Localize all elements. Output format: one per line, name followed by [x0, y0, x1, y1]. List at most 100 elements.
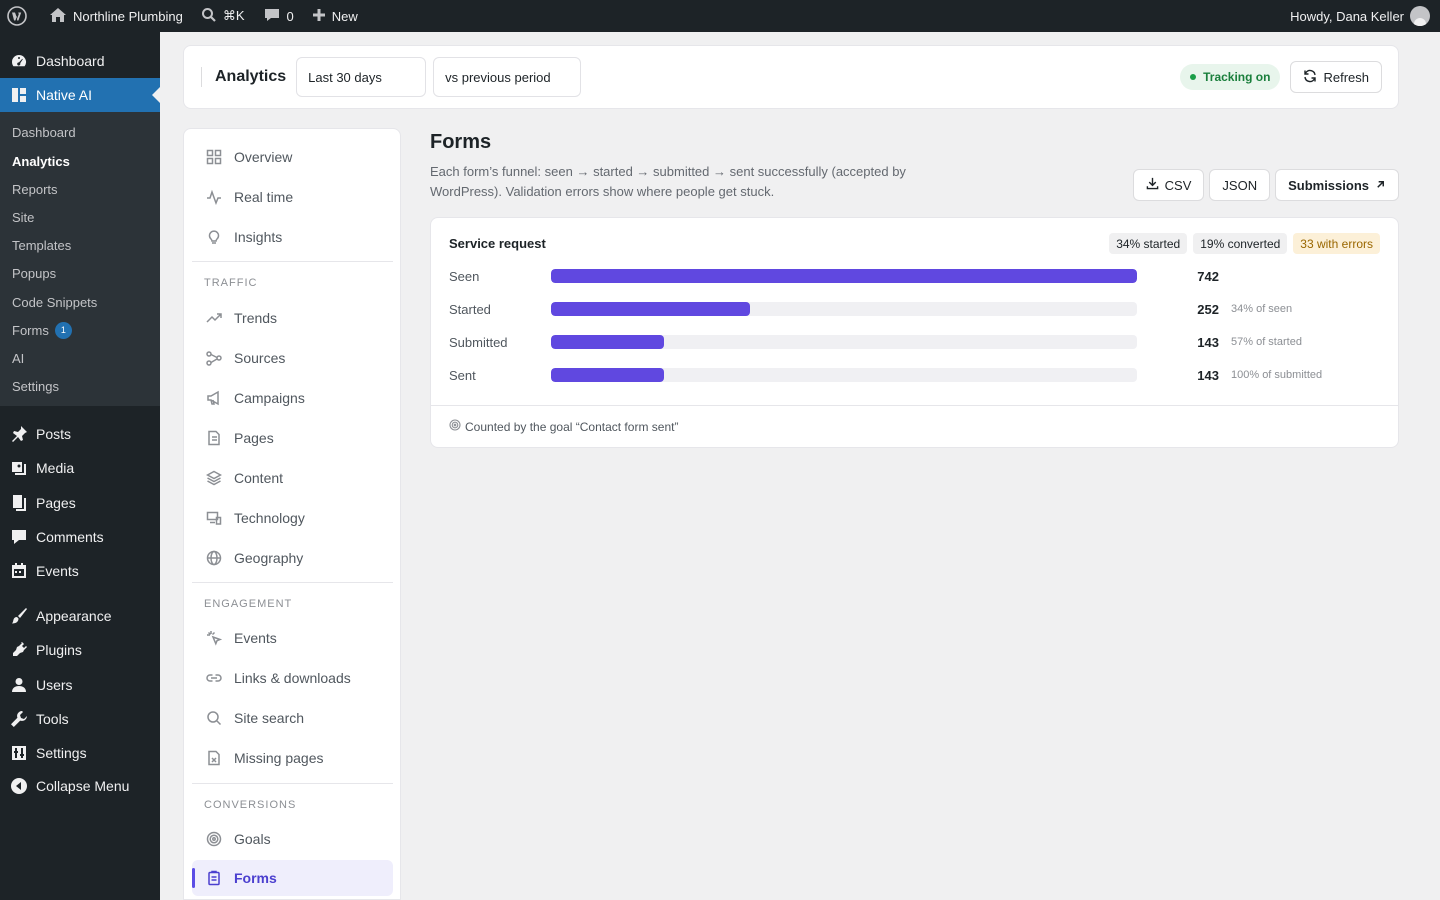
user-icon [10, 676, 28, 694]
nav-item-real-time[interactable]: Real time [192, 179, 393, 215]
menu-pages[interactable]: Pages [0, 486, 160, 520]
submenu-item-forms[interactable]: Forms 1 [12, 320, 72, 340]
nav-label: Technology [234, 510, 305, 526]
submenu-item-code-snippets[interactable]: Code Snippets [12, 292, 97, 312]
submenu-item-dashboard[interactable]: Dashboard [12, 122, 76, 142]
menu-label: Media [36, 460, 75, 476]
menu-plugins[interactable]: Plugins [0, 633, 160, 667]
submenu-item-settings[interactable]: Settings [12, 376, 59, 396]
nav-item-campaigns[interactable]: Campaigns [192, 380, 393, 416]
funnel-step-label: Sent [449, 367, 476, 383]
nav-item-missing-pages[interactable]: Missing pages [192, 740, 393, 776]
funnel-bar [551, 335, 665, 349]
menu-label: Users [36, 677, 73, 693]
my-account[interactable]: Howdy, Dana Keller [1282, 0, 1440, 32]
nav-label: Forms [234, 870, 277, 886]
nav-divider [192, 783, 393, 784]
greeting: Howdy, Dana Keller [1290, 8, 1404, 24]
funnel-footer: Counted by the goal “Contact form sent” [431, 405, 1398, 447]
submissions-button[interactable]: Submissions [1275, 169, 1399, 201]
nav-item-insights[interactable]: Insights [192, 219, 393, 255]
forms-title: Forms [430, 131, 492, 153]
funnel-bar [551, 269, 1137, 283]
menu-settings[interactable]: Settings [0, 736, 160, 770]
menu-dashboard[interactable]: Dashboard [0, 44, 160, 78]
wordpress-logo-icon[interactable] [0, 0, 35, 32]
refresh-button[interactable]: Refresh [1290, 61, 1382, 93]
collapse-menu-button[interactable]: Collapse Menu [0, 769, 160, 803]
nav-label: Missing pages [234, 750, 324, 766]
menu-native-ai[interactable]: Native AI [0, 78, 160, 112]
document-icon [208, 430, 220, 446]
funnel-step-label: Seen [449, 268, 480, 284]
nav-section-traffic: TRAFFIC [204, 277, 258, 289]
new-content-link[interactable]: New [302, 0, 366, 32]
funnel-bar [551, 302, 751, 316]
submenu-item-ai[interactable]: AI [12, 348, 24, 368]
site-name: Northline Plumbing [73, 8, 183, 24]
refresh-icon [1303, 69, 1317, 86]
status-dot [1190, 74, 1197, 80]
search-shortcut[interactable]: ⌘K [191, 0, 253, 32]
menu-posts[interactable]: Posts [0, 417, 160, 451]
submenu-item-site[interactable]: Site [12, 207, 34, 227]
site-name-link[interactable]: Northline Plumbing [35, 0, 191, 32]
analytics-header: Analytics Last 30 days vs previous perio… [183, 45, 1399, 109]
pages-icon [10, 494, 28, 512]
devices-icon [206, 511, 222, 525]
menu-comments[interactable]: Comments [0, 520, 160, 554]
submenu-item-reports[interactable]: Reports [12, 179, 58, 199]
comparison-select[interactable]: vs previous period [433, 57, 582, 97]
admin-menu: Dashboard Native AI Dashboard Analytics … [0, 32, 160, 900]
new-label: New [331, 8, 358, 24]
comments-link[interactable]: 0 [253, 0, 302, 32]
missing-document-icon [208, 750, 220, 766]
submenu-label: Dashboard [12, 124, 76, 140]
menu-users[interactable]: Users [0, 668, 160, 702]
submenu-item-popups[interactable]: Popups [12, 263, 56, 283]
export-csv-button[interactable]: CSV [1132, 169, 1205, 201]
started-rate-chip: 34% started [1109, 233, 1188, 254]
nav-item-trends[interactable]: Trends [192, 300, 393, 336]
target-icon [206, 831, 222, 847]
header-divider [201, 67, 202, 87]
nav-item-goals[interactable]: Goals [192, 821, 393, 857]
nav-label: Goals [234, 831, 271, 847]
dashboard-icon [10, 52, 28, 70]
nav-divider [192, 582, 393, 583]
date-range-select[interactable]: Last 30 days [296, 57, 427, 97]
menu-events[interactable]: Events [0, 554, 160, 588]
funnel-step-count: 252 [1197, 301, 1219, 317]
funnel-step-count: 742 [1197, 268, 1219, 284]
nav-item-pages[interactable]: Pages [192, 420, 393, 456]
menu-appearance[interactable]: Appearance [0, 599, 160, 633]
nav-item-site-search[interactable]: Site search [192, 700, 393, 736]
page-heading: Analytics [215, 68, 287, 85]
submenu-item-templates[interactable]: Templates [12, 235, 71, 255]
errors-chip[interactable]: 33 with errors [1293, 233, 1380, 254]
menu-tools[interactable]: Tools [0, 702, 160, 736]
submenu-item-analytics[interactable]: Analytics [12, 151, 70, 171]
forms-count-badge: 1 [54, 321, 72, 339]
nav-item-forms[interactable]: Forms [192, 860, 393, 896]
nav-item-events[interactable]: Events [192, 620, 393, 656]
export-json-button[interactable]: JSON [1209, 169, 1271, 201]
nav-item-links-downloads[interactable]: Links & downloads [192, 660, 393, 696]
pulse-icon [207, 189, 221, 205]
nav-item-geography[interactable]: Geography [192, 540, 393, 576]
funnel-summary: 34% started 19% converted 33 with errors [1109, 233, 1380, 254]
nav-item-content[interactable]: Content [192, 460, 393, 496]
grid-icon [206, 149, 222, 165]
nav-item-technology[interactable]: Technology [192, 500, 393, 536]
nav-item-sources[interactable]: Sources [192, 340, 393, 376]
menu-native-ai-label: Native AI [36, 87, 93, 103]
nav-item-overview[interactable]: Overview [192, 139, 393, 175]
nav-label: Site search [234, 710, 305, 726]
clipboard-icon [208, 870, 220, 886]
menu-media[interactable]: Media [0, 451, 160, 485]
native-ai-icon [10, 86, 28, 104]
menu-label: Comments [36, 529, 104, 545]
funnel-step-count: 143 [1197, 334, 1219, 350]
tracking-label: Tracking on [1203, 70, 1271, 84]
form-funnel-card: Service request 34% started 19% converte… [430, 217, 1399, 448]
